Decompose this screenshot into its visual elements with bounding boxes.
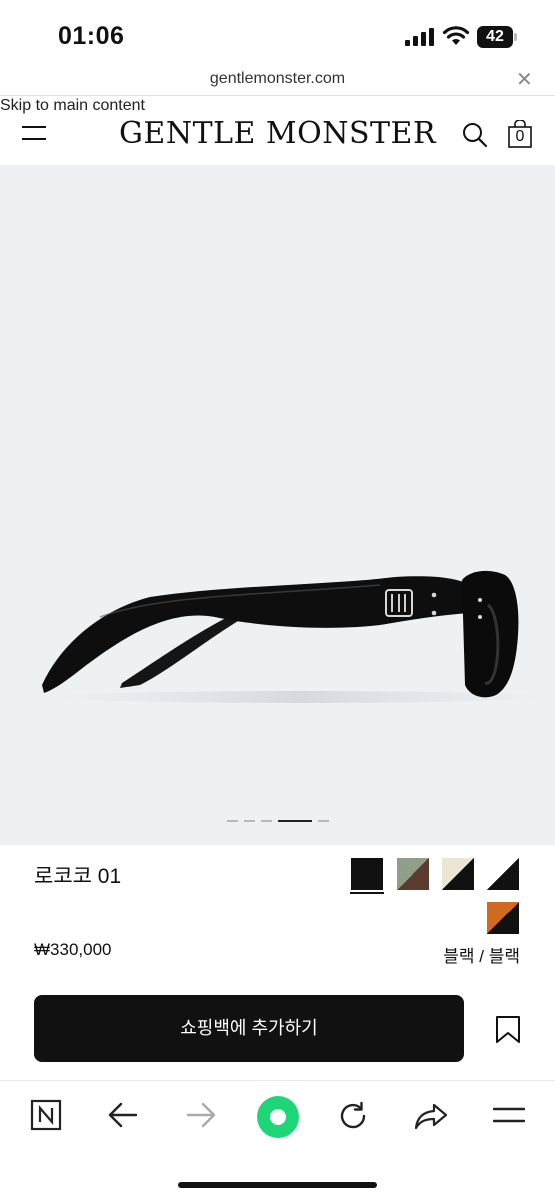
status-bar: 01:06 42 xyxy=(0,0,555,66)
battery-icon: 42 xyxy=(477,26,517,48)
color-swatch-orange-black[interactable] xyxy=(487,902,519,934)
product-image[interactable] xyxy=(0,165,555,845)
back-arrow-icon[interactable] xyxy=(108,1101,138,1129)
sunglasses-image xyxy=(42,570,550,703)
signal-icon xyxy=(405,28,434,46)
add-to-bag-button[interactable]: 쇼핑백에 추가하기 xyxy=(34,995,464,1062)
color-swatch-black[interactable] xyxy=(351,858,383,890)
status-time: 01:06 xyxy=(58,22,125,50)
home-indicator xyxy=(178,1182,377,1188)
carousel-dot[interactable] xyxy=(243,820,255,822)
forward-arrow-icon[interactable] xyxy=(186,1101,216,1129)
product-price: ₩330,000 xyxy=(34,940,112,959)
color-swatch-white-black[interactable] xyxy=(487,858,519,890)
shopping-bag-icon[interactable]: 0 xyxy=(508,119,532,148)
menu-icon[interactable] xyxy=(493,1107,525,1123)
close-icon[interactable]: ✕ xyxy=(516,67,533,92)
bag-count: 0 xyxy=(515,128,525,145)
carousel-dot[interactable] xyxy=(317,820,329,822)
selected-color-name: 블랙 / 블랙 xyxy=(443,947,520,966)
carousel-dot[interactable] xyxy=(277,820,312,822)
green-circle-icon[interactable] xyxy=(256,1095,300,1139)
battery-level: 42 xyxy=(486,28,504,45)
bookmark-icon[interactable] xyxy=(495,1015,521,1045)
naver-home-icon[interactable] xyxy=(30,1099,62,1131)
selected-swatch-underline xyxy=(350,892,384,894)
url-text[interactable]: gentlemonster.com xyxy=(0,70,555,88)
url-bar[interactable]: gentlemonster.com ✕ xyxy=(0,66,555,96)
carousel-dot[interactable] xyxy=(260,820,272,822)
skip-to-content-link[interactable]: Skip to main content xyxy=(0,97,145,115)
share-icon[interactable] xyxy=(414,1101,448,1131)
search-icon[interactable] xyxy=(462,122,488,148)
color-swatch-green-brown[interactable] xyxy=(397,858,429,890)
carousel-indicator[interactable] xyxy=(0,818,555,824)
carousel-dot[interactable] xyxy=(226,820,238,822)
battery-cap xyxy=(514,33,517,41)
reload-icon[interactable] xyxy=(338,1101,368,1131)
wifi-icon xyxy=(442,26,470,45)
color-swatch-ivory-black[interactable] xyxy=(442,858,474,890)
product-name: 로코코 01 xyxy=(34,865,122,888)
